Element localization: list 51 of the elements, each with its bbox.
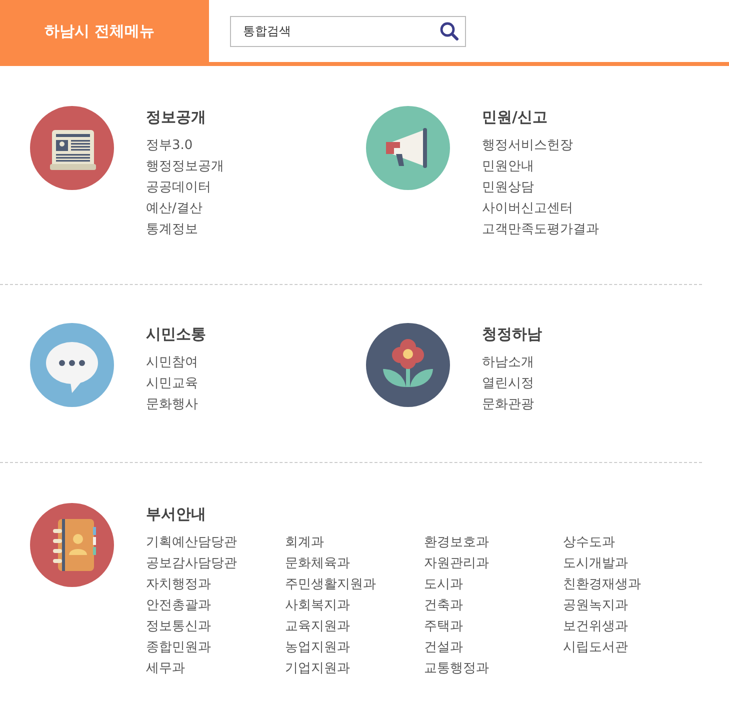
menu-link[interactable]: 정부3.0 (146, 135, 224, 156)
department-link[interactable]: 기획예산담당관 (146, 532, 285, 553)
section-title: 청정하남 (482, 324, 542, 345)
menu-link[interactable]: 시민교육 (146, 373, 206, 394)
department-link[interactable]: 자치행정과 (146, 574, 285, 595)
department-link[interactable]: 세무과 (146, 658, 285, 679)
department-link[interactable]: 주택과 (424, 616, 563, 637)
menu-link[interactable]: 사이버신고센터 (482, 198, 599, 219)
department-link[interactable]: 회계과 (285, 532, 424, 553)
department-link[interactable]: 사회복지과 (285, 595, 424, 616)
department-link[interactable]: 공보감사담당관 (146, 553, 285, 574)
menu-link[interactable]: 행정서비스헌장 (482, 135, 599, 156)
department-link[interactable]: 교통행정과 (424, 658, 563, 679)
section-title: 시민소통 (146, 324, 206, 345)
department-link[interactable]: 환경보호과 (424, 532, 563, 553)
search-field[interactable]: 통합검색 (230, 16, 466, 46)
menu-link[interactable]: 통계정보 (146, 219, 224, 240)
department-link[interactable]: 공원녹지과 (563, 595, 702, 616)
menu-link[interactable]: 행정정보공개 (146, 156, 224, 177)
department-link[interactable]: 시립도서관 (563, 637, 702, 658)
department-link[interactable]: 상수도과 (563, 532, 702, 553)
department-link[interactable]: 도시과 (424, 574, 563, 595)
menu-title: 하남시 전체메뉴 (0, 0, 209, 62)
section-title: 부서안내 (146, 504, 207, 525)
department-link[interactable]: 정보통신과 (146, 616, 285, 637)
menu-link[interactable]: 열린시정 (482, 373, 542, 394)
menu-link[interactable]: 시민참여 (146, 352, 206, 373)
department-link[interactable]: 건축과 (424, 595, 563, 616)
menu-link[interactable]: 하남소개 (482, 352, 542, 373)
department-link[interactable]: 건설과 (424, 637, 563, 658)
menu-link[interactable]: 민원안내 (482, 156, 599, 177)
department-link[interactable]: 종합민원과 (146, 637, 285, 658)
menu-link[interactable]: 민원상담 (482, 177, 599, 198)
menu-link[interactable]: 공공데이터 (146, 177, 224, 198)
section-title: 정보공개 (146, 107, 207, 128)
menu-link[interactable]: 문화관광 (482, 394, 542, 415)
department-link[interactable]: 안전총괄과 (146, 595, 285, 616)
department-link[interactable]: 친환경재생과 (563, 574, 702, 595)
department-link[interactable]: 기업지원과 (285, 658, 424, 679)
section-title: 민원/신고 (482, 107, 548, 128)
department-link[interactable]: 도시개발과 (563, 553, 702, 574)
menu-link[interactable]: 문화행사 (146, 394, 206, 415)
department-link[interactable]: 교육지원과 (285, 616, 424, 637)
department-link[interactable]: 문화체육과 (285, 553, 424, 574)
search-icon[interactable] (439, 20, 459, 40)
department-link[interactable]: 자원관리과 (424, 553, 563, 574)
department-link[interactable]: 농업지원과 (285, 637, 424, 658)
menu-link[interactable]: 예산/결산 (146, 198, 224, 219)
department-link[interactable]: 보건위생과 (563, 616, 702, 637)
department-link[interactable]: 주민생활지원과 (285, 574, 424, 595)
menu-link[interactable]: 고객만족도평가결과 (482, 219, 599, 240)
